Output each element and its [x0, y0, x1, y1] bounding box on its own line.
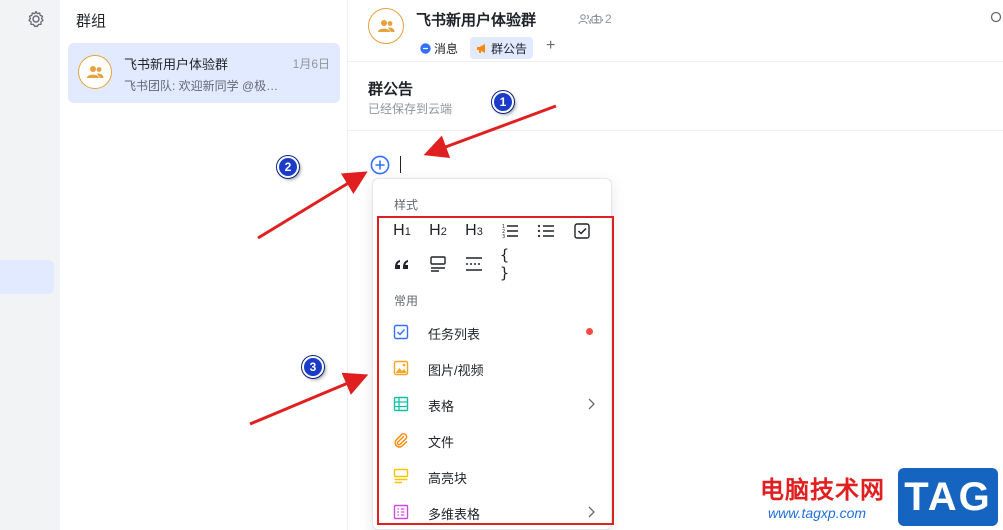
- watermark-logo: TAG: [898, 468, 998, 526]
- chat-name: 飞书新用户体验群: [124, 57, 229, 72]
- step-badge-1: 1: [492, 91, 514, 113]
- bot-count-value: 2: [605, 12, 612, 26]
- group-avatar: [78, 55, 112, 89]
- bot-count[interactable]: 2: [590, 12, 612, 26]
- header-group-avatar[interactable]: [368, 8, 404, 44]
- announcement-title: 群公告: [368, 81, 414, 98]
- save-status: 已经保存到云端: [368, 102, 453, 116]
- chat-header: 飞书新用户体验群 1 2 消息 群公告 +: [348, 0, 1003, 62]
- text-cursor: [400, 156, 401, 173]
- group-icon: [378, 20, 395, 32]
- group-list-panel: 群组 飞书新用户体验群 1月6日 飞书团队: 欢迎新同学 @极…: [60, 0, 348, 530]
- add-tab-button[interactable]: +: [546, 37, 555, 55]
- highlight-box: [377, 216, 614, 525]
- search-icon[interactable]: [989, 11, 1003, 25]
- tab-announcement[interactable]: 群公告: [470, 37, 534, 59]
- megaphone-icon: [477, 43, 485, 53]
- gear-icon[interactable]: [26, 9, 46, 29]
- left-rail: [0, 0, 60, 530]
- chat-list-item[interactable]: 飞书新用户体验群 1月6日 飞书团队: 欢迎新同学 @极…: [68, 43, 340, 103]
- step-badge-3: 3: [302, 356, 324, 378]
- group-list-title: 群组: [76, 13, 107, 30]
- style-section-title: 样式: [394, 198, 419, 212]
- watermark-url: www.tagxp.com: [768, 505, 867, 521]
- tab-messages-label: 消息: [434, 41, 459, 56]
- chat-preview: 飞书团队: 欢迎新同学 @极…: [124, 79, 279, 93]
- chat-date: 1月6日: [292, 57, 330, 71]
- step-badge-2: 2: [277, 156, 299, 178]
- rail-active-item[interactable]: [0, 260, 54, 294]
- watermark-site-name: 电脑技术网: [760, 477, 885, 504]
- header-divider: [348, 130, 1003, 131]
- group-title: 飞书新用户体验群: [416, 12, 537, 29]
- chat-bubble-icon: [420, 42, 431, 54]
- insert-block-button[interactable]: [370, 155, 390, 175]
- tab-announcement-label: 群公告: [491, 41, 528, 56]
- group-icon: [87, 66, 104, 78]
- robot-icon: [590, 14, 603, 24]
- tab-messages[interactable]: 消息: [414, 37, 464, 59]
